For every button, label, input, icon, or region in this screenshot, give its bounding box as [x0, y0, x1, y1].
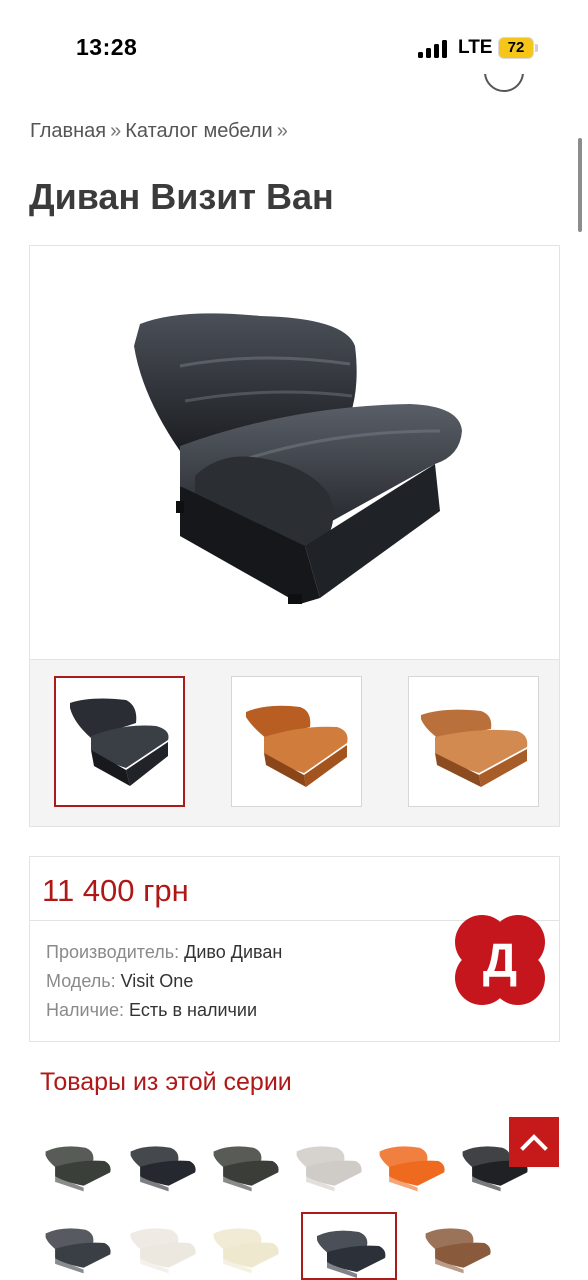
sofa-thumb-tan — [421, 709, 528, 787]
breadcrumb-separator: » — [276, 120, 288, 142]
series-item[interactable] — [38, 1212, 118, 1278]
series-item[interactable] — [418, 1212, 498, 1278]
spec-label: Модель: — [46, 971, 116, 991]
breadcrumb: Главная» Каталог мебели» — [30, 120, 292, 143]
spec-value[interactable]: Диво Диван — [184, 942, 282, 962]
network-label: LTE — [458, 37, 493, 58]
scroll-to-top-button[interactable] — [509, 1117, 559, 1167]
status-bar: 13:28 LTE 72 — [0, 0, 588, 96]
thumbnail-strip — [30, 659, 559, 826]
sofa-thumb-icon — [317, 1230, 386, 1278]
sofa-thumb-icon — [45, 1228, 111, 1274]
sofa-thumb-icon — [130, 1146, 196, 1192]
spec-availability: Наличие: Есть в наличии — [46, 1000, 257, 1021]
thumbnail-1[interactable] — [54, 676, 185, 807]
thumbnail-2[interactable] — [231, 676, 362, 807]
sofa-thumb-black — [70, 698, 169, 786]
spec-manufacturer: Производитель: Диво Диван — [46, 942, 282, 963]
spec-model: Модель: Visit One — [46, 971, 193, 992]
sofa-thumb-icon — [296, 1146, 362, 1192]
series-item[interactable] — [38, 1130, 118, 1196]
battery-level: 72 — [507, 39, 525, 56]
sofa-thumb-icon — [45, 1146, 111, 1192]
brand-logo-letter: Д — [483, 935, 517, 988]
spec-label: Производитель: — [46, 942, 180, 962]
spec-value: Есть в наличии — [129, 1000, 258, 1020]
series-item[interactable] — [301, 1212, 397, 1280]
main-product-image[interactable] — [30, 246, 559, 659]
series-item[interactable] — [372, 1130, 452, 1196]
series-item[interactable] — [289, 1130, 369, 1196]
scrollbar[interactable] — [578, 138, 582, 232]
status-time: 13:28 — [76, 34, 138, 60]
sofa-thumb-icon — [213, 1228, 279, 1274]
series-item[interactable] — [123, 1212, 203, 1278]
sofa-thumb-icon — [379, 1146, 445, 1192]
series-section-title: Товары из этой серии — [40, 1068, 292, 1096]
breadcrumb-catalog-link[interactable]: Каталог мебели — [125, 120, 272, 142]
signal-icon — [418, 38, 448, 58]
battery-icon: 72 — [498, 37, 538, 59]
spec-value: Visit One — [120, 971, 194, 991]
sofa-image — [134, 313, 462, 604]
sofa-thumb-icon — [425, 1228, 491, 1274]
sofa-thumb-icon — [213, 1146, 279, 1192]
series-item[interactable] — [206, 1212, 286, 1278]
product-gallery — [29, 245, 560, 827]
menu-icon[interactable] — [484, 74, 524, 94]
price-card: 11 400 грн Производитель: Диво Диван Мод… — [29, 856, 560, 1042]
thumbnail-3[interactable] — [408, 676, 539, 807]
series-item[interactable] — [123, 1130, 203, 1196]
product-price: 11 400 грн — [42, 873, 189, 908]
page-title: Диван Визит Ван — [29, 176, 334, 217]
chevron-up-icon — [520, 1134, 548, 1151]
breadcrumb-home-link[interactable]: Главная — [30, 120, 106, 142]
breadcrumb-separator: » — [110, 120, 122, 142]
series-item[interactable] — [206, 1130, 286, 1196]
brand-logo-mark: Д — [455, 915, 545, 1005]
brand-logo[interactable]: Д — [454, 914, 546, 1006]
sofa-thumb-icon — [130, 1228, 196, 1274]
spec-label: Наличие: — [46, 1000, 125, 1020]
sofa-thumb-orange — [246, 705, 348, 787]
